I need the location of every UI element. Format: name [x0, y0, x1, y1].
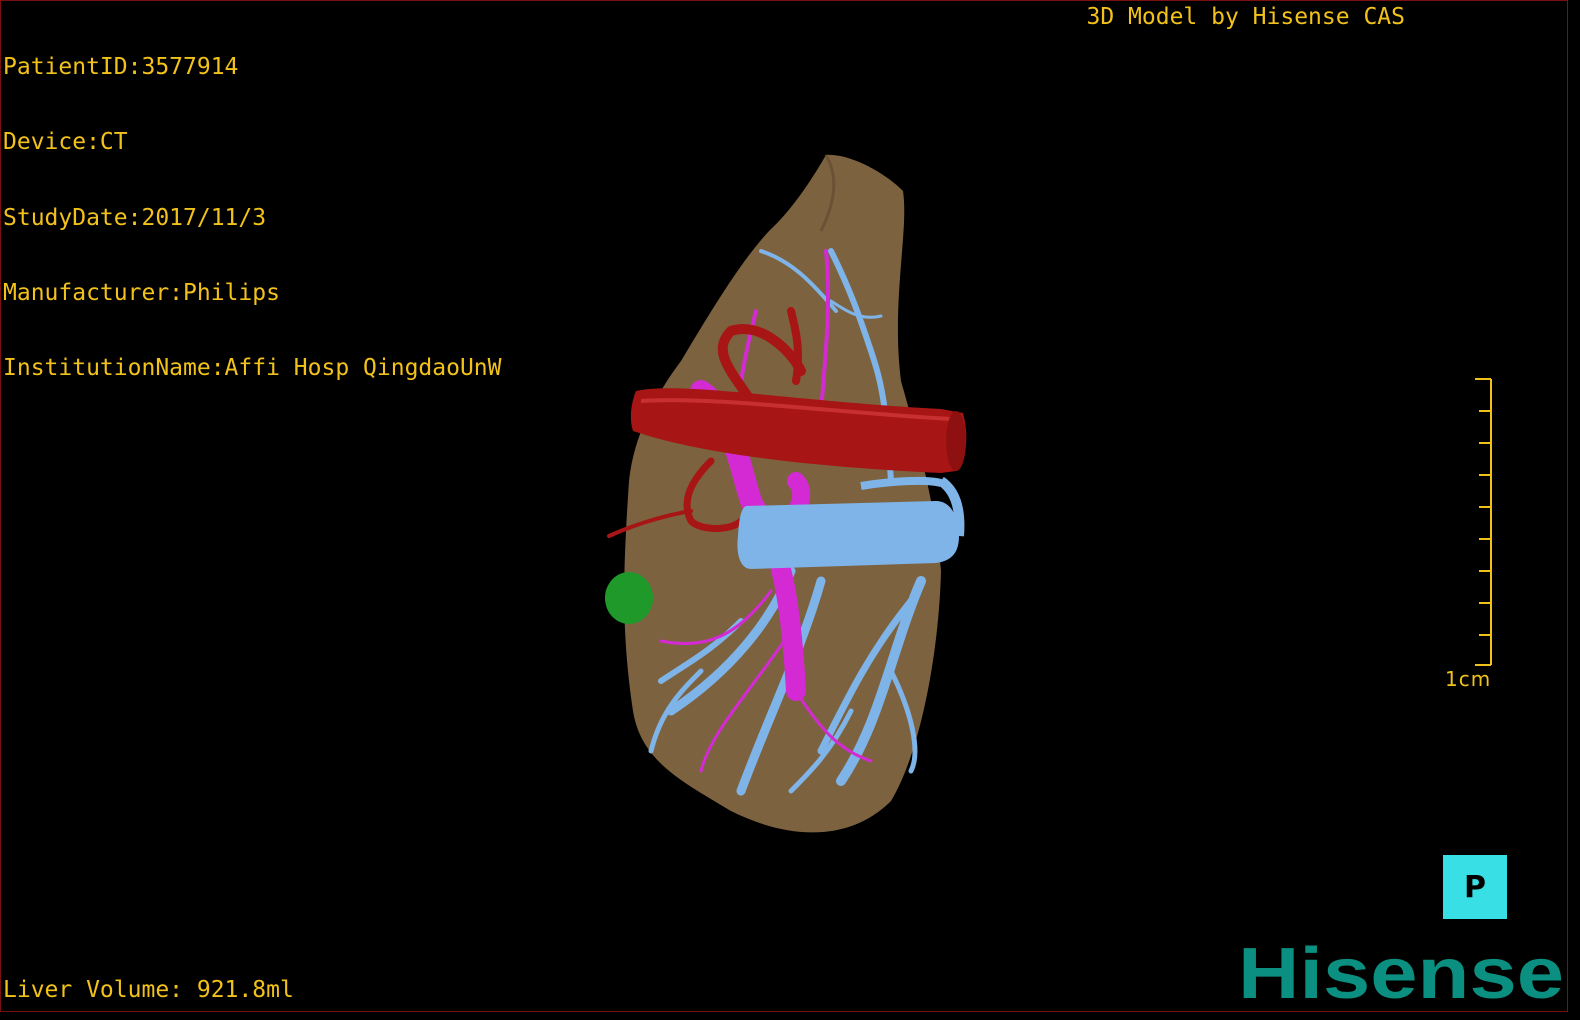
study-date-text: StudyDate:2017/11/3 — [3, 204, 267, 231]
brand-text: Hisense — [1238, 936, 1564, 1008]
manufacturer-text: Manufacturer:Philips — [3, 279, 280, 306]
liver-surface — [624, 154, 941, 833]
liver-volume-text: Liver Volume: 921.8ml — [3, 977, 294, 1003]
scale-bar — [1475, 378, 1492, 666]
institution-text: InstitutionName:Affi Hosp QingdaoUnW — [3, 355, 502, 382]
lesion — [605, 572, 653, 624]
hisense-logo: Hisense — [1238, 936, 1564, 1008]
orientation-cube[interactable]: P — [1443, 855, 1507, 919]
model-title: 3D Model by Hisense CAS — [1086, 4, 1406, 30]
patient-id-text: PatientID:3577914 — [3, 54, 239, 80]
device-text: Device:CT — [3, 129, 128, 156]
orientation-label: P — [1464, 869, 1486, 905]
dicom-info-overlay: PatientID:3577914 Device:CT StudyDate:20… — [3, 5, 502, 431]
scale-label: 1cm — [1445, 667, 1492, 691]
liver-3d-model[interactable] — [591, 151, 981, 841]
3d-viewport[interactable]: PatientID:3577914 Device:CT StudyDate:20… — [0, 0, 1568, 1012]
